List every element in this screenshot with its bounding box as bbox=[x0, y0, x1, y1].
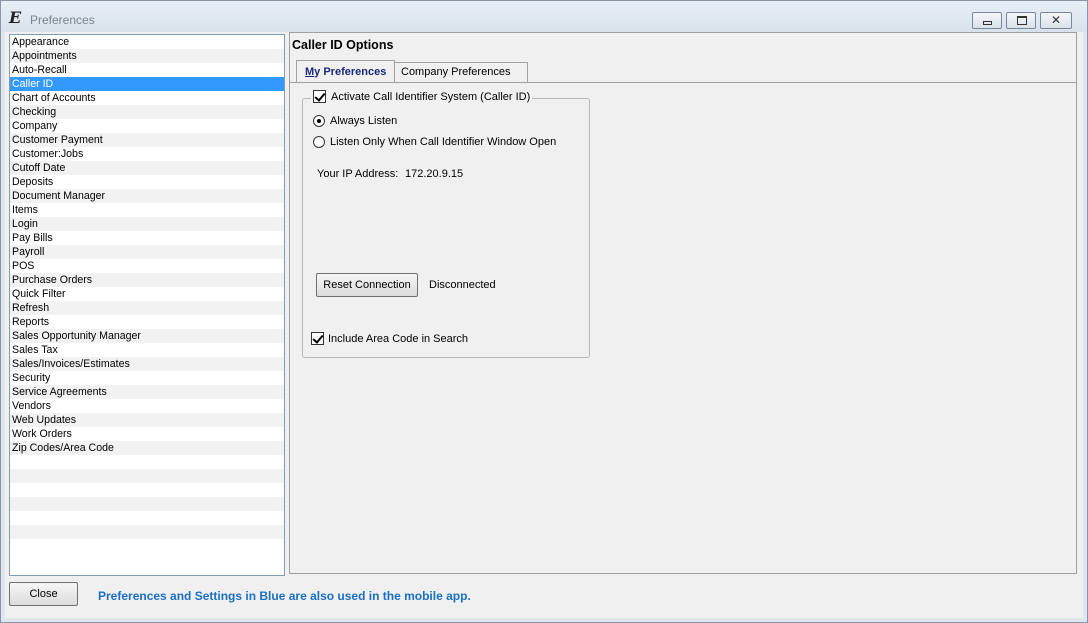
tab-company-preferences[interactable]: Company Preferences bbox=[392, 62, 528, 82]
empty-list-row bbox=[10, 539, 284, 553]
empty-list-row bbox=[10, 455, 284, 469]
list-item[interactable]: Refresh bbox=[10, 301, 284, 315]
list-item[interactable]: Deposits bbox=[10, 175, 284, 189]
list-item[interactable]: Chart of Accounts bbox=[10, 91, 284, 105]
minimize-icon bbox=[983, 21, 992, 25]
ip-address-value: 172.20.9.15 bbox=[405, 168, 464, 180]
activate-caller-id-row[interactable]: Activate Call Identifier System (Caller … bbox=[311, 90, 533, 103]
close-button[interactable]: Close bbox=[9, 582, 78, 606]
list-item[interactable]: Sales Tax bbox=[10, 343, 284, 357]
empty-list-row bbox=[10, 511, 284, 525]
empty-list-row bbox=[10, 497, 284, 511]
listen-window-radio-row[interactable]: Listen Only When Call Identifier Window … bbox=[313, 136, 556, 148]
preferences-window: E Preferences ✕ Appearance Appointments Au… bbox=[0, 0, 1088, 623]
list-item[interactable]: Work Orders bbox=[10, 427, 284, 441]
list-item[interactable]: Sales/Invoices/Estimates bbox=[10, 357, 284, 371]
list-item[interactable]: Login bbox=[10, 217, 284, 231]
always-listen-radio[interactable] bbox=[313, 115, 325, 127]
list-item[interactable]: Appearance bbox=[10, 35, 284, 49]
tab-divider bbox=[290, 82, 1076, 83]
always-listen-label: Always Listen bbox=[330, 115, 398, 127]
list-item[interactable]: Checking bbox=[10, 105, 284, 119]
area-code-checkbox[interactable] bbox=[311, 332, 324, 345]
close-icon: ✕ bbox=[1050, 13, 1062, 27]
area-code-row[interactable]: Include Area Code in Search bbox=[311, 332, 468, 345]
list-item[interactable]: POS bbox=[10, 259, 284, 273]
list-item[interactable]: Security bbox=[10, 371, 284, 385]
empty-list-row bbox=[10, 469, 284, 483]
list-item[interactable]: Reports bbox=[10, 315, 284, 329]
list-item[interactable]: Pay Bills bbox=[10, 231, 284, 245]
tab-my-preferences[interactable]: My Preferences bbox=[296, 60, 396, 82]
reset-connection-button[interactable]: Reset Connection bbox=[316, 273, 418, 297]
list-item[interactable]: Sales Opportunity Manager bbox=[10, 329, 284, 343]
options-panel: Caller ID Options My Preferences Company… bbox=[289, 32, 1077, 574]
connection-status: Disconnected bbox=[429, 279, 496, 291]
list-item[interactable]: Payroll bbox=[10, 245, 284, 259]
list-item[interactable]: Document Manager bbox=[10, 189, 284, 203]
list-item[interactable]: Company bbox=[10, 119, 284, 133]
listen-window-label: Listen Only When Call Identifier Window … bbox=[330, 136, 557, 148]
window-title: Preferences bbox=[30, 13, 95, 27]
mobile-app-note: Preferences and Settings in Blue are als… bbox=[98, 589, 471, 603]
list-item[interactable]: Appointments bbox=[10, 49, 284, 63]
activate-caller-id-label: Activate Call Identifier System (Caller … bbox=[331, 90, 531, 103]
window-client-area: Appearance Appointments Auto-Recall Caller … bbox=[5, 32, 1083, 618]
list-item[interactable]: Zip Codes/Area Code bbox=[10, 441, 284, 455]
window-close-button[interactable]: ✕ bbox=[1040, 12, 1072, 29]
empty-list-row bbox=[10, 525, 284, 539]
list-item[interactable]: Cutoff Date bbox=[10, 161, 284, 175]
list-item[interactable]: Auto-Recall bbox=[10, 63, 284, 77]
list-item[interactable]: Vendors bbox=[10, 399, 284, 413]
listen-window-radio[interactable] bbox=[313, 136, 325, 148]
title-bar[interactable]: E Preferences ✕ bbox=[1, 1, 1087, 32]
list-item[interactable]: Caller ID bbox=[10, 77, 284, 91]
always-listen-radio-row[interactable]: Always Listen bbox=[313, 115, 397, 127]
caller-id-groupbox: Activate Call Identifier System (Caller … bbox=[302, 90, 590, 358]
minimize-button[interactable] bbox=[972, 12, 1002, 29]
panel-title: Caller ID Options bbox=[292, 38, 394, 52]
tab-strip: My Preferences Company Preferences bbox=[290, 60, 1076, 82]
list-item[interactable]: Customer:Jobs bbox=[10, 147, 284, 161]
list-item[interactable]: Items bbox=[10, 203, 284, 217]
list-item[interactable]: Web Updates bbox=[10, 413, 284, 427]
list-item[interactable]: Purchase Orders bbox=[10, 273, 284, 287]
tab-label: y Preferences bbox=[314, 66, 387, 78]
ip-address-label: Your IP Address: bbox=[317, 168, 399, 180]
app-logo-icon: E bbox=[9, 8, 22, 27]
area-code-label: Include Area Code in Search bbox=[328, 332, 469, 345]
maximize-button[interactable] bbox=[1006, 12, 1036, 29]
empty-list-row bbox=[10, 483, 284, 497]
maximize-icon bbox=[1017, 16, 1027, 25]
list-item[interactable]: Quick Filter bbox=[10, 287, 284, 301]
preferences-category-list[interactable]: Appearance Appointments Auto-Recall Caller … bbox=[9, 34, 285, 576]
list-item[interactable]: Customer Payment bbox=[10, 133, 284, 147]
list-item[interactable]: Service Agreements bbox=[10, 385, 284, 399]
activate-caller-id-checkbox[interactable] bbox=[313, 90, 326, 103]
